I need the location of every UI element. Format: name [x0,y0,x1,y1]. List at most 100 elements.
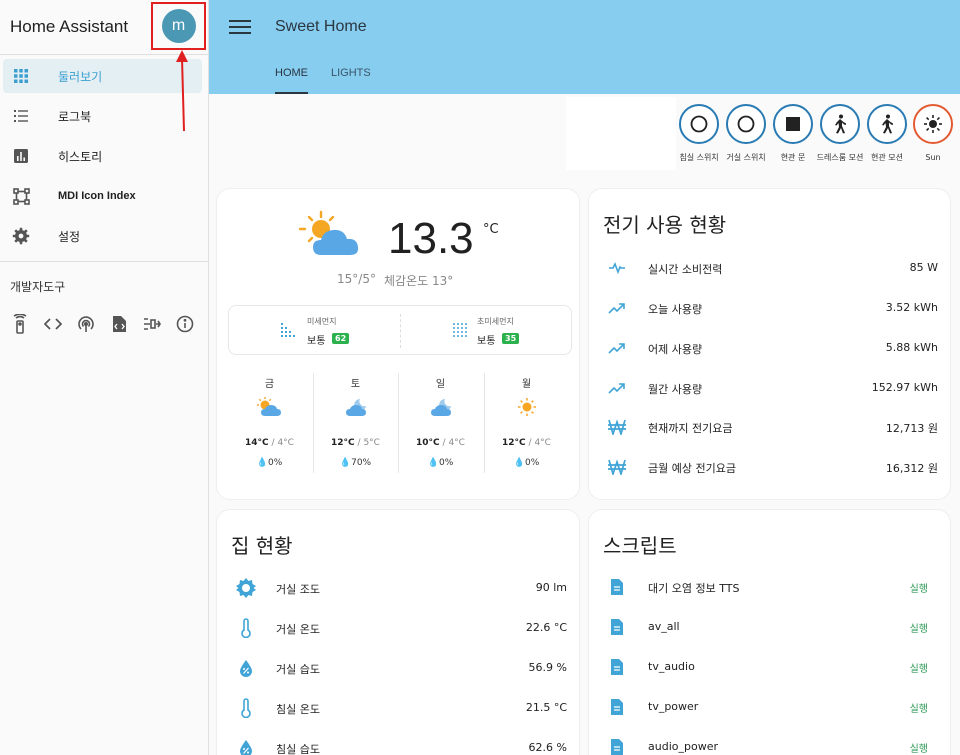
forecast-low: / 4°C [442,438,465,448]
tab-home[interactable]: HOME [275,67,308,94]
card-title: 스크립트 [603,534,677,558]
state-icon[interactable] [142,314,162,334]
walk-icon [820,104,860,144]
entity-label: 현관 문 [780,153,806,162]
forecast-precip: 0% [524,458,540,468]
sidebar-item-label: 설정 [58,229,81,244]
temperature-unit: °C [483,222,499,237]
sensor-name: 오늘 사용량 [648,303,703,316]
run-button[interactable]: 실행 [910,580,928,595]
sidebar-item-settings[interactable]: 설정 [3,219,202,253]
file-code-icon[interactable] [109,314,129,334]
entity-front-motion[interactable]: 현관 모션 [867,104,907,163]
square-icon [773,104,813,144]
thermometer-icon [236,618,256,638]
sidebar-item-logbook[interactable]: 로그북 [3,99,202,133]
trending-up-icon [607,338,627,358]
partly-sunny-icon [256,397,281,416]
blank-panel [566,97,676,170]
app-title: Home Assistant [10,17,129,36]
info-icon[interactable] [175,314,195,334]
pm10-label: 미세먼지 [307,317,337,326]
list-item: tv_power 실행 [589,697,950,717]
antenna-icon[interactable] [76,314,96,334]
list-item[interactable]: 어제 사용량 5.88 kWh [589,338,950,358]
run-button[interactable]: 실행 [910,700,928,715]
list-item[interactable]: 월간 사용량 152.97 kWh [589,378,950,398]
run-button[interactable]: 실행 [910,660,928,675]
pm10-status: 보통 [307,336,326,347]
brightness-icon [236,578,256,598]
sidebar-item-mdi-icon-index[interactable]: MDI Icon Index [3,179,202,213]
file-document-icon [607,657,627,677]
weather-card[interactable]: 13.3 °C 15°/5° 체감온도 13° 미세먼지 보통 62 초미세먼지… [216,188,580,500]
list-item[interactable]: 오늘 사용량 3.52 kWh [589,298,950,318]
entity-sun[interactable]: Sun [913,104,953,163]
pm25-value: 35 [502,333,520,344]
dev-tools-icons [10,314,195,334]
entity-front-door[interactable]: 현관 문 [773,104,813,163]
sensor-name: 거실 조도 [276,583,320,596]
sensor-name: 현재까지 전기요금 [648,422,733,435]
list-item[interactable]: 거실 습도 56.9 % [217,658,579,678]
page-title: Sweet Home [275,18,367,35]
menu-icon[interactable] [229,17,251,37]
script-name: audio_power [648,740,718,753]
sensor-value: 152.97 kWh [871,381,938,394]
sidebar-item-label: MDI Icon Index [58,190,136,202]
run-button[interactable]: 실행 [910,620,928,635]
sidebar-item-history[interactable]: 히스토리 [3,139,202,173]
sensor-name: 금월 예상 전기요금 [648,462,736,475]
trending-up-icon [607,298,627,318]
sensor-name: 월간 사용량 [648,383,703,396]
sensor-value: 3.52 kWh [885,301,938,314]
list-item[interactable]: 거실 온도 22.6 °C [217,618,579,638]
run-button[interactable]: 실행 [910,740,928,755]
forecast-low: / 5°C [357,438,380,448]
code-icon[interactable] [43,314,63,334]
circle-outline-icon [679,104,719,144]
list-item[interactable]: 실시간 소비전력 85 W [589,258,950,278]
won-icon [607,457,627,477]
sensor-value: 85 W [909,261,938,274]
water-percent-icon [236,658,256,678]
entity-dressroom-motion[interactable]: 드레스룸 모션 [817,104,863,163]
partly-cloudy-night-icon [430,399,451,416]
tab-lights[interactable]: LIGHTS [331,67,371,79]
list-item[interactable]: 침실 습도 62.6 % [217,738,579,755]
sensor-value: 56.9 % [528,661,567,674]
list-item: av_all 실행 [589,617,950,637]
list-item[interactable]: 금월 예상 전기요금 16,312 원 [589,457,950,477]
card-title: 전기 사용 현황 [603,213,727,237]
avatar[interactable]: m [161,9,196,43]
forecast-day-name: 토 [350,379,361,390]
circle-outline-icon [726,104,766,144]
list-item[interactable]: 거실 조도 90 lm [217,578,579,598]
script-name: 대기 오염 정보 TTS [648,582,740,595]
file-document-icon [607,737,627,755]
energy-card: 전기 사용 현황 실시간 소비전력 85 W 오늘 사용량 3.52 kWh 어… [588,188,951,500]
forecast-day: 일 10°C / 4°C 💧0% [398,375,483,475]
entity-livingroom-switch[interactable]: 거실 스위치 [726,104,766,163]
entity-bedroom-switch[interactable]: 침실 스위치 [679,104,719,163]
list-item[interactable]: 현재까지 전기요금 12,713 원 [589,417,950,437]
current-temperature: 13.3 [388,214,474,263]
entity-label: 드레스룸 모션 [816,153,864,162]
pm25-status: 보통 [477,336,496,347]
list-item[interactable]: 침실 온도 21.5 °C [217,698,579,718]
sidebar-item-overview[interactable]: 둘러보기 [3,59,202,93]
dust-icon [281,323,295,337]
partly-cloudy-icon [299,210,359,255]
remote-icon[interactable] [10,314,30,334]
card-title: 집 현황 [231,534,293,558]
entity-label: Sun [925,153,941,162]
gear-icon [11,226,31,246]
feels-like: 체감온도 13° [384,274,454,288]
pm25-label: 초미세먼지 [477,317,514,326]
entity-label: 거실 스위치 [726,153,766,162]
forecast-precip: 0% [267,458,283,468]
sensor-name: 거실 습도 [276,663,320,676]
fine-dust-icon [453,323,467,337]
avatar-highlight-box: m [151,2,206,50]
forecast-day-name: 금 [264,379,275,390]
